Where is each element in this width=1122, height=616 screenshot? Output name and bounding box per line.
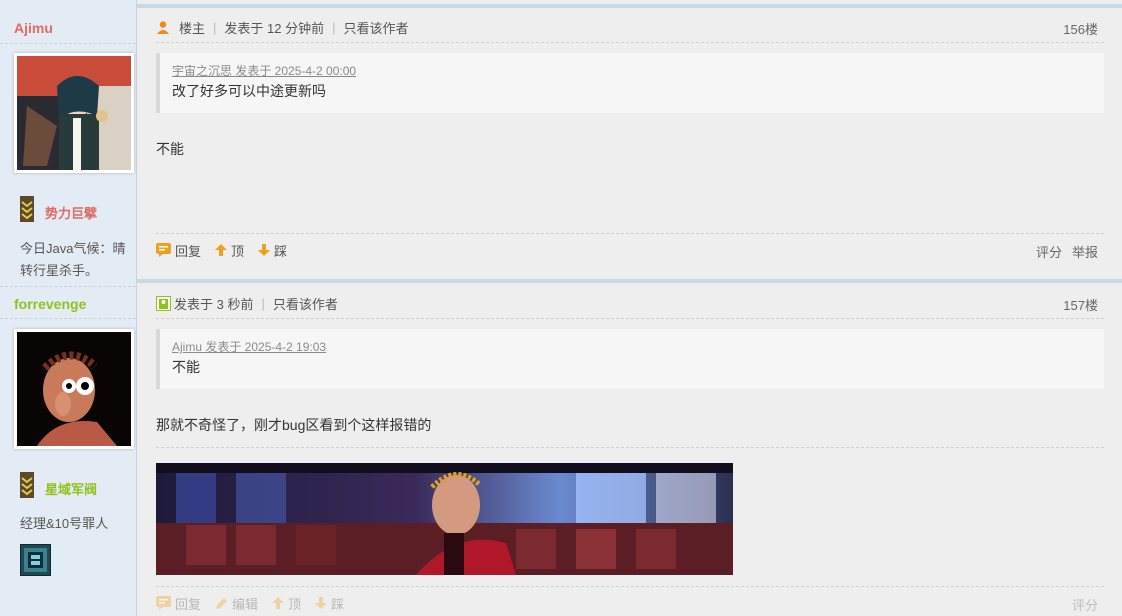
rank-insignia-icon [20, 472, 34, 498]
separator: | [213, 19, 217, 35]
arrow-up-icon [272, 597, 285, 609]
quote-block: 宇宙之沉思 发表于 2025-4-2 00:00 改了好多可以中途更新吗 [156, 53, 1104, 113]
quote-attribution[interactable]: 宇宙之沉思 发表于 2025-4-2 00:00 [172, 62, 1092, 80]
downvote-button[interactable]: 踩 [258, 241, 287, 260]
divider [156, 447, 1104, 448]
quote-text: 不能 [172, 359, 200, 375]
reply-icon [156, 243, 171, 257]
only-author-link[interactable]: 只看该作者 [273, 294, 338, 313]
post-right-actions: 评分 举报 [1026, 242, 1098, 261]
rate-link[interactable]: 评分 [1036, 242, 1062, 261]
rank-insignia-icon [20, 196, 34, 222]
downvote-button[interactable]: 踩 [315, 594, 344, 613]
only-author-link[interactable]: 只看该作者 [343, 18, 408, 37]
post-content: 不能 [156, 141, 184, 157]
sidebar: Ajimu 势力巨擘 今日Java气候：晴转行星杀手。 forrevenge 星… [0, 0, 137, 616]
user-signature: 经理&10号罪人 [20, 516, 109, 531]
edit-button[interactable]: 编辑 [215, 594, 258, 613]
downvote-label: 踩 [274, 243, 288, 259]
quote-attribution[interactable]: Ajimu 发表于 2025-4-2 19:03 [172, 338, 1092, 356]
report-link[interactable]: 举报 [1072, 242, 1098, 261]
rank-name: 星域军阀 [45, 482, 98, 497]
avatar[interactable] [14, 329, 134, 449]
rank-name: 势力巨擘 [45, 206, 98, 221]
post-divider [137, 279, 1122, 283]
divider [0, 43, 136, 44]
reply-icon [156, 596, 171, 610]
avatar[interactable] [14, 53, 134, 173]
post-meta: 楼主 | 发表于 12 分钟前 | 只看该作者 [156, 17, 409, 37]
post-time: 发表于 3 秒前 [174, 296, 254, 312]
reply-label: 回复 [175, 596, 202, 612]
reply-button[interactable]: 回复 [156, 241, 201, 260]
reply-label: 回复 [175, 243, 202, 259]
post-time: 发表于 12 分钟前 [224, 20, 325, 36]
quote-text: 改了好多可以中途更新吗 [172, 83, 326, 99]
medal-icon[interactable] [20, 544, 51, 576]
online-user-icon [156, 295, 171, 311]
attached-screenshot-image[interactable] [156, 463, 733, 575]
downvote-label: 踩 [331, 596, 345, 612]
floor-number[interactable]: 156楼 [1063, 19, 1098, 38]
divider [156, 586, 1104, 587]
divider [156, 42, 1104, 43]
divider [156, 318, 1104, 319]
separator: | [332, 19, 336, 35]
divider [0, 286, 136, 287]
post-actions: 回复 顶 踩 [156, 240, 301, 260]
separator: | [261, 295, 265, 311]
post-divider [137, 4, 1122, 8]
user-icon [157, 21, 169, 34]
upvote-label: 顶 [288, 596, 302, 612]
upvote-button[interactable]: 顶 [215, 241, 244, 260]
post-meta: 发表于 3 秒前 | 只看该作者 [156, 293, 338, 313]
quote-block: Ajimu 发表于 2025-4-2 19:03 不能 [156, 329, 1104, 389]
floor-number[interactable]: 157楼 [1063, 295, 1098, 314]
post-content: 那就不奇怪了，刚才bug区看到个这样报错的 [156, 417, 432, 433]
upvote-button[interactable]: 顶 [272, 594, 301, 613]
user-signature: 今日Java气候：晴转行星杀手。 [20, 241, 126, 278]
arrow-down-icon [258, 244, 271, 256]
upvote-label: 顶 [231, 243, 245, 259]
divider [0, 318, 136, 319]
reply-button[interactable]: 回复 [156, 594, 201, 613]
post-right-actions: 评分 [1062, 595, 1098, 614]
rate-link[interactable]: 评分 [1072, 595, 1098, 614]
arrow-up-icon [215, 244, 228, 256]
arrow-down-icon [315, 597, 328, 609]
username-ajimu[interactable]: Ajimu [14, 20, 53, 36]
username-forrevenge[interactable]: forrevenge [14, 296, 86, 312]
pencil-icon [216, 597, 228, 609]
edit-label: 编辑 [232, 596, 259, 612]
post-actions: 回复 编辑 顶 踩 [156, 593, 358, 613]
divider [156, 233, 1104, 234]
op-badge: 楼主 [179, 20, 206, 36]
